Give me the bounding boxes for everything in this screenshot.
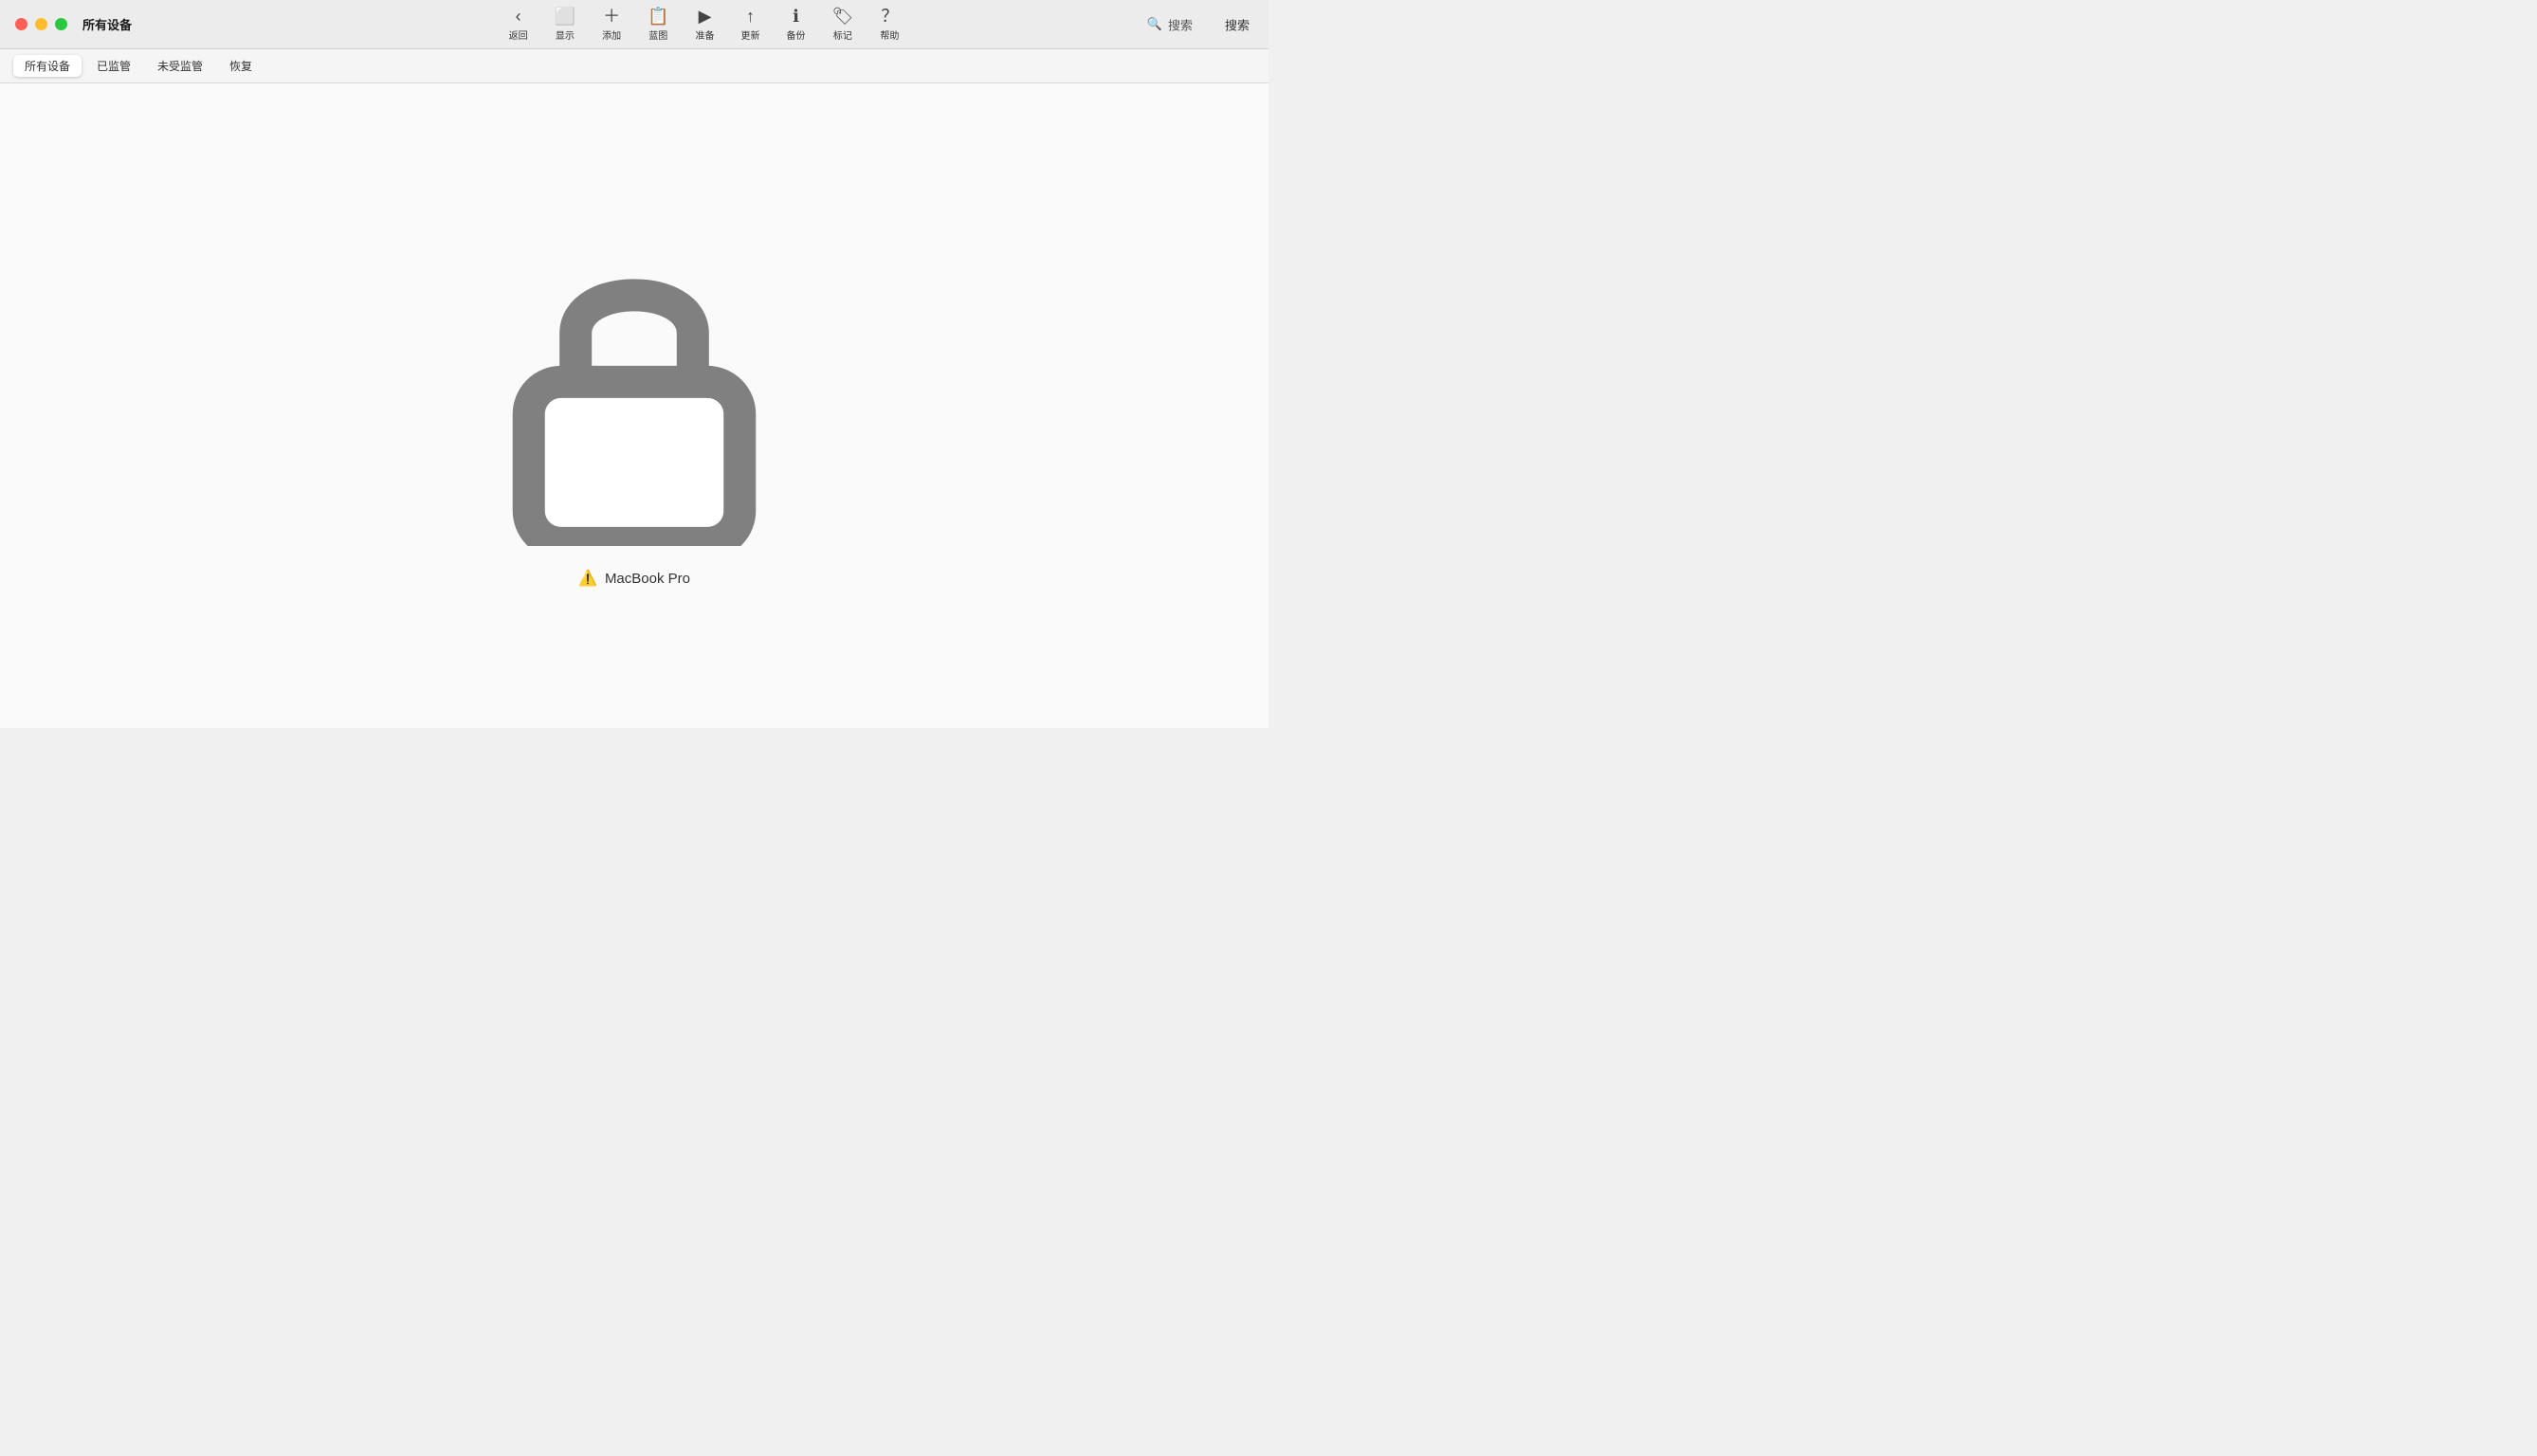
segment-supervised[interactable]: 已监管 — [85, 55, 142, 77]
display-icon: ⬜ — [555, 8, 575, 25]
window-title: 所有设备 — [82, 15, 132, 33]
minimize-button[interactable] — [35, 18, 47, 30]
backup-icon: ℹ — [793, 8, 799, 25]
display-label: 显示 — [556, 27, 575, 42]
toolbar-prepare[interactable]: ▶ 准备 — [683, 4, 728, 46]
warning-icon: ⚠️ — [578, 569, 597, 588]
search-icon: 🔍 — [1147, 17, 1162, 32]
toolbar-back[interactable]: ‹ 返回 — [496, 4, 541, 46]
help-icon: ？ — [881, 8, 898, 25]
segment-unsupervised[interactable]: 未受监管 — [146, 55, 214, 77]
tag-icon: 🏷 — [832, 8, 854, 25]
add-label: 添加 — [602, 27, 621, 42]
toolbar-backup[interactable]: ℹ 备份 — [774, 4, 819, 46]
maximize-button[interactable] — [55, 18, 67, 30]
toolbar-display[interactable]: ⬜ 显示 — [541, 4, 589, 46]
update-label: 更新 — [741, 27, 760, 42]
toolbar-update[interactable]: ↑ 更新 — [728, 4, 774, 46]
device-name: MacBook Pro — [605, 571, 690, 587]
main-content: ⚠️ MacBook Pro — [0, 83, 1268, 728]
blueprint-icon: 📋 — [648, 8, 668, 25]
search-right-label: 搜索 — [1225, 18, 1250, 32]
close-button[interactable] — [15, 18, 27, 30]
update-icon: ↑ — [746, 8, 755, 25]
lock-icon — [473, 224, 795, 546]
segment-bar: 所有设备 已监管 未受监管 恢复 — [0, 49, 1268, 83]
toolbar-help[interactable]: ？ 帮助 — [867, 4, 912, 46]
search-area[interactable]: 🔍 搜索 — [1147, 15, 1193, 33]
toolbar-add[interactable]: ＋ 添加 — [589, 4, 634, 46]
toolbar-blueprint[interactable]: 📋 蓝图 — [634, 4, 682, 46]
add-icon: ＋ — [603, 8, 620, 25]
title-bar: 所有设备 ‹ 返回 ⬜ 显示 ＋ 添加 📋 蓝图 ▶ 准备 ↑ 更新 ℹ 备份 — [0, 0, 1268, 49]
back-icon: ‹ — [516, 8, 521, 25]
prepare-label: 准备 — [696, 27, 715, 42]
toolbar-tag[interactable]: 🏷 标记 — [819, 4, 867, 46]
tag-label: 标记 — [833, 27, 852, 42]
device-label: ⚠️ MacBook Pro — [578, 569, 690, 588]
search-text: 搜索 — [1168, 15, 1193, 33]
segment-all-devices[interactable]: 所有设备 — [13, 55, 82, 77]
segment-recover[interactable]: 恢复 — [218, 55, 264, 77]
search-right[interactable]: 搜索 — [1225, 15, 1250, 33]
window-controls — [15, 18, 67, 30]
blueprint-label: 蓝图 — [648, 27, 667, 42]
help-label: 帮助 — [880, 27, 899, 42]
back-label: 返回 — [509, 27, 528, 42]
prepare-icon: ▶ — [699, 8, 712, 25]
lock-icon-wrapper — [473, 224, 795, 546]
backup-label: 备份 — [787, 27, 806, 42]
toolbar: ‹ 返回 ⬜ 显示 ＋ 添加 📋 蓝图 ▶ 准备 ↑ 更新 ℹ 备份 🏷 标 — [155, 4, 1253, 46]
